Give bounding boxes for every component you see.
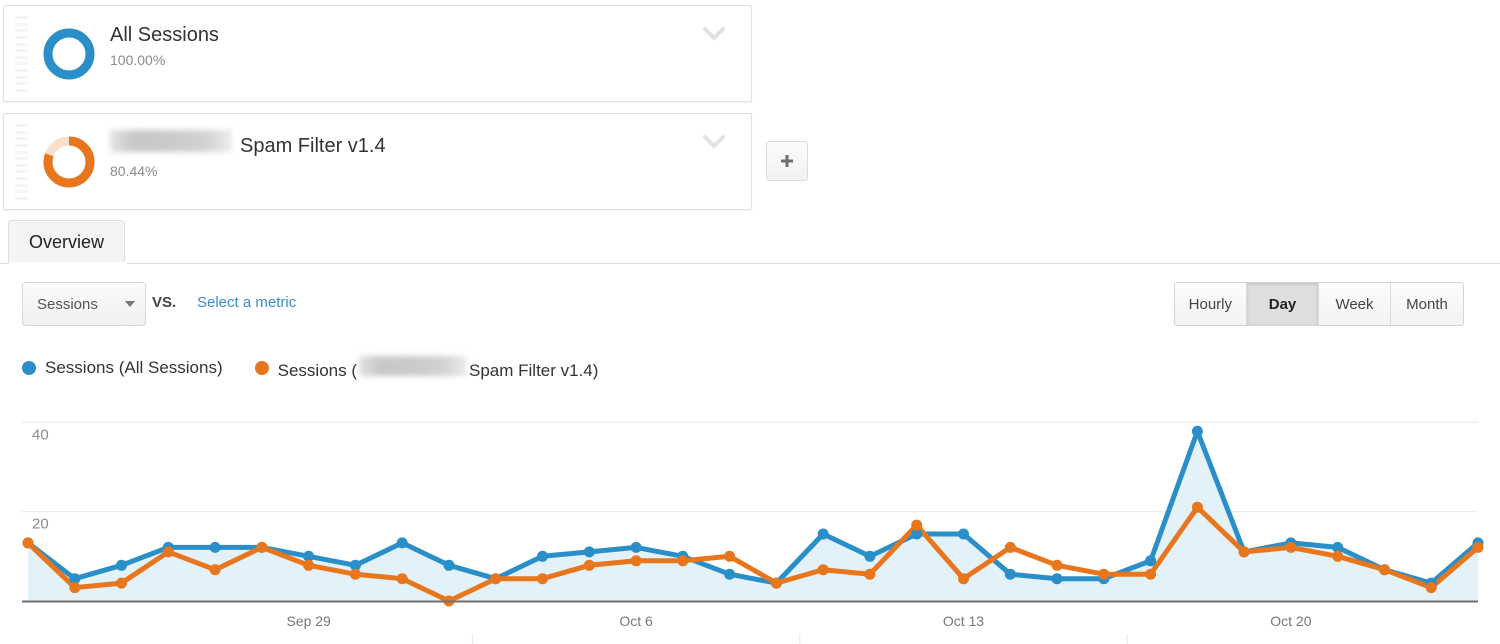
chart-area-fill — [28, 431, 1478, 601]
chart-gridlines — [22, 421, 1478, 513]
segment-info: All Sessions 100.00% — [110, 22, 691, 70]
chevron-down-icon[interactable] — [699, 24, 729, 44]
legend-label: Sessions ( Spam Filter v1.4) — [277, 355, 599, 381]
segment-card-all-sessions[interactable]: All Sessions 100.00% — [3, 5, 752, 102]
segment-donut-chart — [40, 25, 98, 83]
tab-active-underline-mask — [9, 262, 127, 265]
plus-icon — [781, 155, 793, 167]
legend-color-swatch — [22, 361, 36, 375]
chart-legend: Sessions (All Sessions) Sessions ( Spam … — [22, 355, 630, 381]
analytics-overview-page: All Sessions 100.00% Spam Filter v1.4 80… — [0, 0, 1500, 644]
legend-label-suffix: Spam Filter v1.4) — [469, 360, 599, 380]
svg-text:Oct 13: Oct 13 — [943, 613, 984, 629]
legend-item-all-sessions[interactable]: Sessions (All Sessions) — [22, 358, 223, 378]
tab-strip: Overview — [0, 219, 1500, 264]
redacted-property-name — [359, 355, 467, 376]
chart-y-axis-labels: 2040 — [32, 426, 49, 532]
redacted-property-name — [110, 130, 232, 152]
tab-overview[interactable]: Overview — [8, 220, 126, 264]
segment-card-spam-filter[interactable]: Spam Filter v1.4 80.44% — [3, 113, 752, 210]
chart-x-axis-labels: Sep 29 Oct 6 Oct 13 Oct 20 — [286, 613, 1311, 629]
chevron-down-icon — [125, 301, 135, 307]
segment-name: Spam Filter v1.4 — [240, 135, 386, 157]
legend-label: Sessions (All Sessions) — [45, 358, 223, 377]
chart-x-axis-ticks — [471, 634, 1128, 644]
sessions-line-chart[interactable]: 20 40 Sep 29 Oct 6 Oct 13 Oct 20 — [0, 392, 1500, 644]
svg-text:20: 20 — [32, 516, 49, 533]
svg-text:Oct 6: Oct 6 — [619, 613, 653, 629]
svg-text:40: 40 — [32, 426, 49, 443]
svg-text:Oct 20: Oct 20 — [1270, 613, 1311, 629]
segment-donut-chart — [40, 133, 98, 191]
svg-text:Sep 29: Sep 29 — [286, 613, 331, 629]
chart-canvas: 2040 Sep 29 Oct 6 Oct 13 Oct 20 — [22, 421, 1484, 644]
drag-handle-icon[interactable] — [15, 124, 28, 200]
vs-label: VS. — [152, 294, 177, 311]
granularity-button-group: Hourly Day Week Month — [1173, 282, 1464, 326]
granularity-week-button[interactable]: Week — [1319, 283, 1391, 325]
segment-name-row: Spam Filter v1.4 — [110, 130, 691, 159]
tab-overview-label: Overview — [29, 232, 105, 252]
legend-item-spam-filter[interactable]: Sessions ( Spam Filter v1.4) — [254, 355, 599, 381]
granularity-hourly-button[interactable]: Hourly — [1174, 283, 1247, 325]
drag-handle-icon[interactable] — [15, 16, 28, 92]
segment-info: Spam Filter v1.4 80.44% — [110, 130, 691, 181]
granularity-month-button[interactable]: Month — [1391, 283, 1463, 325]
segment-percent: 80.44% — [110, 163, 158, 179]
granularity-day-button[interactable]: Day — [1247, 283, 1319, 325]
segment-percent: 100.00% — [110, 52, 166, 68]
metric-select[interactable]: Sessions — [22, 282, 146, 326]
segment-name: All Sessions — [110, 24, 219, 46]
chevron-down-icon[interactable] — [699, 132, 729, 152]
metric-select-label: Sessions — [37, 295, 98, 313]
add-segment-button[interactable] — [766, 141, 808, 181]
legend-label-prefix: Sessions ( — [277, 360, 357, 380]
select-metric-link[interactable]: Select a metric — [197, 294, 296, 311]
legend-color-swatch — [254, 361, 269, 375]
